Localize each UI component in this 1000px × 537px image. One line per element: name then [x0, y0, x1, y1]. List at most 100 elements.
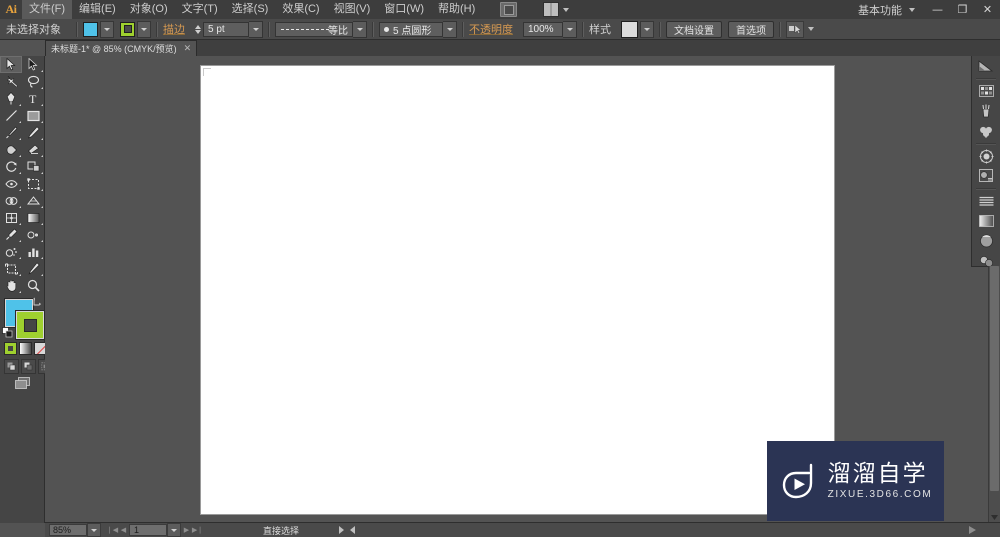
default-fill-stroke-icon[interactable] — [2, 327, 13, 338]
menu-type[interactable]: 文字(T) — [175, 0, 225, 19]
graphic-style-swatch[interactable] — [621, 20, 638, 38]
workspace-switcher-label[interactable]: 基本功能 — [855, 2, 905, 18]
horizontal-scroll-right-arrow[interactable] — [958, 523, 986, 537]
scroll-left-arrow-icon[interactable] — [350, 526, 356, 534]
stroke-swatch-dropdown[interactable] — [137, 20, 151, 38]
select-similar-objects-icon[interactable] — [786, 20, 804, 38]
transparency-panel-icon[interactable] — [972, 146, 1000, 166]
blob-brush-tool[interactable] — [0, 141, 22, 158]
zoom-level-input[interactable]: 85% — [49, 524, 87, 536]
document-tab-close-icon[interactable]: ✕ — [184, 43, 192, 54]
column-graph-tool[interactable] — [22, 243, 44, 260]
draw-normal-button[interactable] — [4, 359, 19, 374]
menu-window[interactable]: 窗口(W) — [377, 0, 431, 19]
brush-definition-dropdown[interactable] — [443, 20, 457, 38]
mesh-tool[interactable] — [0, 209, 22, 226]
stroke-color-swatch[interactable] — [120, 21, 135, 37]
artboard[interactable] — [201, 66, 834, 514]
scale-tool[interactable] — [22, 158, 44, 175]
swap-fill-stroke-icon[interactable] — [32, 297, 42, 307]
menu-select[interactable]: 选择(S) — [225, 0, 276, 19]
menu-view[interactable]: 视图(V) — [327, 0, 378, 19]
stroke-weight-stepper[interactable] — [195, 24, 201, 34]
rectangle-tool[interactable] — [22, 107, 44, 124]
toolbar-stroke-swatch[interactable] — [16, 311, 44, 339]
gradient-panel-icon[interactable] — [972, 211, 1000, 231]
draw-behind-button[interactable] — [21, 359, 36, 374]
appearance-panel-icon[interactable] — [972, 166, 1000, 186]
pencil-tool[interactable] — [22, 124, 44, 141]
window-minimize-button[interactable]: — — [925, 0, 950, 19]
scroll-down-arrow-icon[interactable] — [990, 513, 999, 522]
menu-effect[interactable]: 效果(C) — [275, 0, 326, 19]
pen-tool[interactable] — [0, 90, 22, 107]
select-similar-chevron-down-icon[interactable] — [808, 27, 814, 31]
stroke-panel-icon[interactable] — [972, 231, 1000, 251]
artboard-number-input[interactable]: 1 — [129, 524, 167, 536]
arrange-documents-icon[interactable] — [543, 2, 560, 17]
direct-selection-tool[interactable] — [22, 56, 44, 73]
free-transform-tool[interactable] — [22, 175, 44, 192]
stroke-weight-label[interactable]: 描边 — [163, 21, 185, 37]
next-artboard-button[interactable]: ▶ — [181, 524, 192, 536]
slice-tool[interactable] — [22, 260, 44, 277]
stroke-weight-dropdown[interactable] — [249, 20, 263, 38]
change-screen-mode-button[interactable] — [15, 377, 30, 389]
status-text[interactable]: 直接选择 — [263, 524, 299, 537]
menu-edit[interactable]: 编辑(E) — [72, 0, 123, 19]
variable-width-profile-select[interactable]: 等比 — [275, 21, 353, 37]
zoom-tool[interactable] — [22, 277, 44, 294]
lasso-tool[interactable] — [22, 73, 44, 90]
first-artboard-button[interactable]: ❘◀ — [107, 524, 118, 536]
fill-swatch-dropdown[interactable] — [100, 20, 114, 38]
preferences-button[interactable]: 首选项 — [728, 20, 774, 38]
width-tool[interactable] — [0, 175, 22, 192]
perspective-grid-tool[interactable] — [22, 192, 44, 209]
color-mode-button[interactable] — [4, 342, 17, 355]
menu-help[interactable]: 帮助(H) — [431, 0, 482, 19]
opacity-input[interactable]: 100% — [523, 21, 563, 37]
canvas-vertical-scrollbar[interactable] — [988, 266, 1000, 523]
shape-builder-tool[interactable] — [0, 192, 22, 209]
last-artboard-button[interactable]: ▶❘ — [192, 524, 203, 536]
window-restore-button[interactable]: ❐ — [950, 0, 975, 19]
align-panel-icon[interactable] — [972, 191, 1000, 211]
variable-width-profile-dropdown[interactable] — [353, 20, 367, 38]
opacity-label[interactable]: 不透明度 — [469, 21, 513, 37]
color-panel-icon[interactable] — [972, 56, 1000, 76]
menu-file[interactable]: 文件(F) — [22, 0, 73, 19]
fill-color-swatch[interactable] — [83, 21, 98, 37]
type-tool[interactable]: T — [22, 90, 44, 107]
window-close-button[interactable]: ✕ — [975, 0, 1000, 19]
previous-artboard-button[interactable]: ◀ — [118, 524, 129, 536]
stroke-weight-input[interactable]: 5 pt — [203, 21, 249, 37]
zoom-level-dropdown[interactable] — [87, 523, 101, 537]
menu-object[interactable]: 对象(O) — [123, 0, 175, 19]
vertical-scrollbar-thumb[interactable] — [990, 266, 999, 491]
symbols-panel-icon[interactable] — [972, 121, 1000, 141]
artboard-number-dropdown[interactable] — [167, 523, 181, 537]
status-menu-arrow-icon[interactable] — [339, 526, 345, 534]
document-tab[interactable]: 未标题-1* @ 85% (CMYK/预览) ✕ — [45, 40, 198, 56]
hand-tool[interactable] — [0, 277, 22, 294]
artboard-tool[interactable] — [0, 260, 22, 277]
eyedropper-tool[interactable] — [0, 226, 22, 243]
swatches-panel-icon[interactable] — [972, 81, 1000, 101]
chevron-down-icon[interactable] — [563, 7, 570, 12]
opacity-dropdown[interactable] — [563, 20, 577, 38]
gradient-mode-button[interactable] — [19, 342, 32, 355]
magic-wand-tool[interactable] — [0, 73, 22, 90]
line-segment-tool[interactable] — [0, 107, 22, 124]
paintbrush-tool[interactable] — [0, 124, 22, 141]
graphic-style-dropdown[interactable] — [640, 20, 654, 38]
brushes-panel-icon[interactable] — [972, 101, 1000, 121]
document-setup-button[interactable]: 文档设置 — [666, 20, 722, 38]
symbol-sprayer-tool[interactable] — [0, 243, 22, 260]
blend-tool[interactable] — [22, 226, 44, 243]
bridge-icon[interactable] — [500, 2, 518, 17]
brush-definition-select[interactable]: 5 点圆形 — [379, 21, 443, 37]
eraser-tool[interactable] — [22, 141, 44, 158]
gradient-tool[interactable] — [22, 209, 44, 226]
rotate-tool[interactable] — [0, 158, 22, 175]
selection-tool[interactable] — [0, 56, 22, 73]
